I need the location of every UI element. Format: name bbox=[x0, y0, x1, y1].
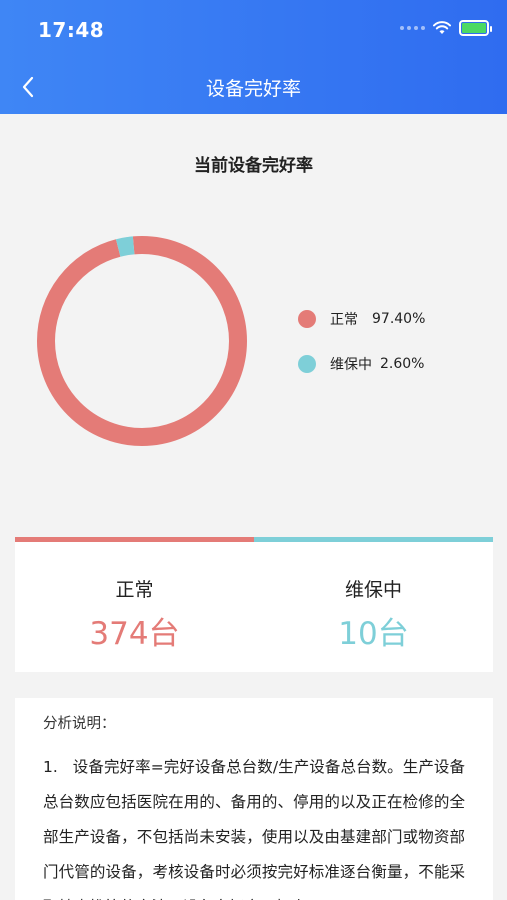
legend-dot-maintenance bbox=[298, 355, 316, 373]
legend-value-normal: 97.40% bbox=[372, 311, 426, 327]
analysis-card: 分析说明： 1. 设备完好率=完好设备总台数/生产设备总台数。生产设备总台数应包… bbox=[15, 698, 493, 900]
legend-value-maintenance: 2.60% bbox=[380, 356, 425, 372]
chart-legend: 正常 97.40% 维保中 2.60% bbox=[298, 306, 425, 396]
stat-maintenance-label: 维保中 bbox=[344, 579, 402, 601]
analysis-title: 分析说明： bbox=[43, 716, 116, 732]
stat-maintenance[interactable]: 维保中 10台 bbox=[254, 542, 493, 653]
legend-item-maintenance: 维保中 2.60% bbox=[298, 351, 425, 377]
stat-maintenance-value: 10台 bbox=[338, 616, 409, 652]
status-time: 17:48 bbox=[38, 18, 105, 42]
status-icons bbox=[400, 20, 492, 36]
legend-label-maintenance: 维保中 bbox=[330, 357, 372, 373]
donut-chart bbox=[37, 236, 247, 446]
legend-dot-normal bbox=[298, 310, 316, 328]
signal-icon bbox=[400, 26, 425, 30]
donut-slice-normal bbox=[37, 236, 247, 446]
analysis-body: 1. 设备完好率=完好设备总台数/生产设备总台数。生产设备总台数应包括医院在用的… bbox=[43, 758, 465, 900]
battery-icon bbox=[459, 20, 492, 36]
stat-normal-label: 正常 bbox=[115, 579, 154, 601]
stat-normal-value: 374台 bbox=[89, 616, 180, 652]
legend-item-normal: 正常 97.40% bbox=[298, 306, 425, 332]
stat-normal[interactable]: 正常 374台 bbox=[15, 542, 254, 653]
status-summary-card: 正常 374台 维保中 10台 bbox=[15, 537, 493, 672]
app-header: 17:48 设备完好率 bbox=[0, 0, 507, 114]
chart-title: 当前设备完好率 bbox=[194, 156, 313, 176]
page-title: 设备完好率 bbox=[205, 78, 301, 100]
wifi-icon bbox=[433, 21, 451, 34]
legend-label-normal: 正常 bbox=[330, 312, 358, 328]
